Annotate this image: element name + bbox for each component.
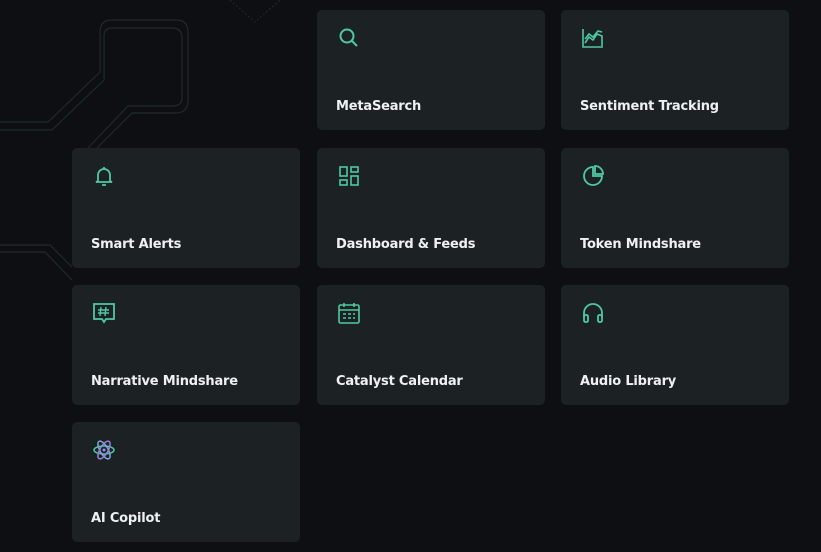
tile-sentiment-tracking[interactable]: Sentiment Tracking xyxy=(561,10,789,130)
tile-label: AI Copilot xyxy=(91,511,161,526)
search-icon xyxy=(339,28,358,47)
tile-label: Smart Alerts xyxy=(91,237,182,252)
tile-label: MetaSearch xyxy=(336,99,422,114)
tile-catalyst-calendar[interactable]: Catalyst Calendar xyxy=(317,285,545,405)
headphones-icon xyxy=(583,303,603,323)
tile-audio-library[interactable]: Audio Library xyxy=(561,285,789,405)
tile-label: Dashboard & Feeds xyxy=(336,237,476,252)
grid-icon xyxy=(339,166,359,186)
calendar-icon xyxy=(338,303,360,324)
area-chart-icon xyxy=(582,29,603,48)
bell-icon xyxy=(95,167,113,186)
tile-label: Catalyst Calendar xyxy=(336,374,463,389)
tile-label: Narrative Mindshare xyxy=(91,374,238,389)
tile-dashboard-feeds[interactable]: Dashboard & Feeds xyxy=(317,148,545,268)
tile-label: Token Mindshare xyxy=(580,237,701,252)
tile-ai-copilot[interactable]: AI Copilot xyxy=(72,422,300,542)
tile-narrative-mindshare[interactable]: Narrative Mindshare xyxy=(72,285,300,405)
pie-chart-icon xyxy=(583,165,604,186)
tile-smart-alerts[interactable]: Smart Alerts xyxy=(72,148,300,268)
hashtag-message-icon xyxy=(93,303,115,324)
tile-label: Audio Library xyxy=(580,374,677,389)
tile-token-mindshare[interactable]: Token Mindshare xyxy=(561,148,789,268)
atom-icon xyxy=(93,440,115,460)
tile-metasearch[interactable]: MetaSearch xyxy=(317,10,545,130)
tile-label: Sentiment Tracking xyxy=(580,99,719,114)
